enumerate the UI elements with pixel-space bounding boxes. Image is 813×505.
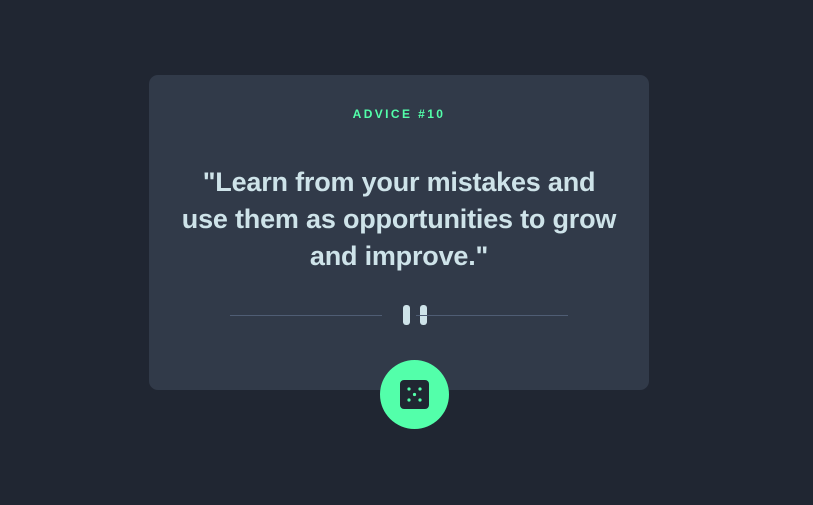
- dice-icon: [400, 380, 429, 409]
- divider-line-right: [416, 315, 568, 316]
- advice-number: ADVICE #10: [352, 107, 446, 121]
- divider: [230, 305, 568, 327]
- advice-quote: "Learn from your mistakes and use them a…: [181, 167, 617, 271]
- divider-line-left: [230, 315, 382, 316]
- new-advice-button[interactable]: [380, 360, 449, 429]
- pause-icon: [402, 305, 428, 327]
- advice-card: ADVICE #10 "Learn from your mistakes and…: [149, 75, 649, 390]
- pause-bar-left: [403, 305, 410, 325]
